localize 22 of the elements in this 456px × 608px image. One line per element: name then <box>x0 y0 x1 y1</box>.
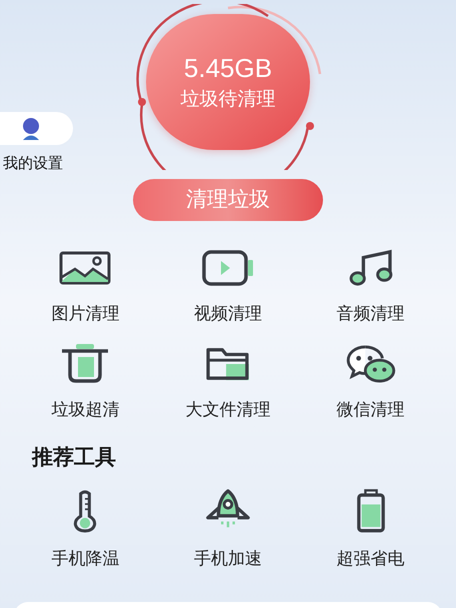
image-icon[interactable] <box>59 251 112 285</box>
settings-label[interactable]: 我的设置 <box>3 153 63 176</box>
junk-caption: 垃圾待清理 <box>180 88 276 112</box>
feature-label[interactable]: 视频清理 <box>194 301 262 326</box>
feature-label[interactable]: 图片清理 <box>51 301 120 326</box>
tool-label[interactable]: 超强省电 <box>336 546 405 571</box>
music-note-icon[interactable] <box>348 249 394 287</box>
junk-size: 5.45GB <box>184 52 272 84</box>
trash-bin-icon[interactable] <box>60 344 110 384</box>
folder-icon[interactable] <box>204 346 251 382</box>
chat-bubbles-icon[interactable] <box>346 344 396 382</box>
feature-label[interactable]: 大文件清理 <box>185 396 270 422</box>
tool-label[interactable]: 手机加速 <box>194 546 262 571</box>
feature-label[interactable]: 音频清理 <box>336 301 405 326</box>
thermometer-icon[interactable] <box>72 488 98 534</box>
feature-label[interactable]: 垃圾超清 <box>51 396 120 422</box>
battery-icon[interactable] <box>356 488 386 532</box>
avatar-pill[interactable] <box>0 112 73 145</box>
section-title: 推荐工具 <box>32 445 117 471</box>
tool-label[interactable]: 手机降温 <box>51 546 120 571</box>
video-icon[interactable] <box>202 250 254 286</box>
feature-label[interactable]: 微信清理 <box>336 396 405 422</box>
